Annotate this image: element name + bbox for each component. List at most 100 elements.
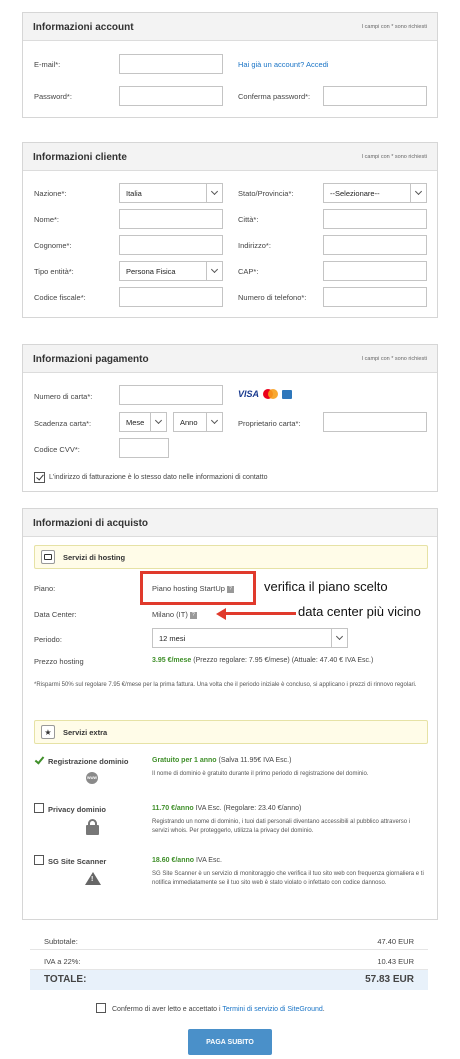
totale-label: TOTALE: [44, 974, 87, 985]
stato-select[interactable]: --Selezionare-- [323, 183, 427, 203]
prezzo-label: Prezzo hosting [34, 657, 84, 666]
tipo-entita-select[interactable]: Persona Fisica [119, 261, 223, 281]
cognome-label: Cognome*: [34, 241, 72, 250]
extra-price-note: IVA Esc. [195, 857, 222, 864]
extra-section: ★ Servizi extra [34, 720, 428, 744]
extra-item-registrazione: Registrazione dominio WWW Gratuito per 1… [23, 754, 439, 797]
mese-select[interactable]: Mese [119, 412, 167, 432]
codice-fiscale-label: Codice fiscale*: [34, 293, 86, 302]
chevron-down-icon [331, 629, 347, 647]
email-field[interactable] [119, 54, 223, 74]
hosting-section-title: Servizi di hosting [63, 553, 126, 562]
piano-value-text: Piano hosting StartUp [152, 584, 225, 593]
totale-row: TOTALE: 57.83 EUR [30, 970, 428, 990]
terms-link[interactable]: Termini di servizio di SiteGround [222, 1006, 322, 1013]
billing-same-checkbox[interactable] [34, 472, 45, 483]
pay-button[interactable]: PAGA SUBITO [188, 1029, 272, 1055]
extra-name: Registrazione dominio [48, 757, 129, 766]
help-icon[interactable]: ? [189, 611, 197, 619]
subtotale-row: Subtotale: 47.40 EUR [30, 932, 428, 950]
warning-mark: ! [91, 876, 94, 883]
proprietario-field[interactable] [323, 412, 427, 432]
tipo-entita-value: Persona Fisica [126, 267, 176, 276]
required-note: I campi con * sono richiesti [361, 24, 427, 30]
nazione-select[interactable]: Italia [119, 183, 223, 203]
extra-name: SG Site Scanner [48, 857, 107, 866]
visa-icon: VISA [238, 389, 260, 399]
extra-price-note: (Salva 11.95€ IVA Esc.) [218, 757, 292, 764]
prezzo-value: 3.95 €/mese (Prezzo regolare: 7.95 €/mes… [152, 657, 373, 664]
pricing-footnote: *Risparmi 50% sul regolare 7.95 €/mese p… [34, 682, 417, 688]
cliente-panel-header: Informazioni cliente I campi con * sono … [23, 143, 437, 171]
hosting-section: Servizi di hosting [34, 545, 428, 569]
datacenter-value-text: Milano (IT) [152, 610, 188, 619]
mastercard-icon [263, 389, 279, 399]
cliente-panel: Informazioni cliente I campi con * sono … [22, 142, 438, 318]
extra-price-value: 18.60 €/anno [152, 857, 195, 864]
privacy-checkbox[interactable] [34, 803, 44, 813]
anno-select[interactable]: Anno [173, 412, 223, 432]
periodo-label: Periodo: [34, 635, 62, 644]
amex-icon [282, 389, 293, 399]
nazione-label: Nazione*: [34, 189, 67, 198]
annotation-piano: verifica il piano scelto [264, 579, 388, 594]
chevron-down-icon [410, 184, 426, 202]
telefono-label: Numero di telefono*: [238, 293, 307, 302]
chevron-down-icon [150, 413, 166, 431]
confirm-password-field[interactable] [323, 86, 427, 106]
terms-suffix: . [322, 1006, 325, 1013]
checkmark-icon [34, 754, 45, 765]
account-panel: Informazioni account I campi con * sono … [22, 12, 438, 118]
scanner-checkbox[interactable] [34, 855, 44, 865]
iva-row: IVA a 22%: 10.43 EUR [30, 952, 428, 970]
piano-value: Piano hosting StartUp? [152, 584, 234, 593]
extra-price-note: IVA Esc. (Regolare: 23.40 €/anno) [195, 805, 302, 812]
lock-icon [86, 819, 99, 835]
login-link[interactable]: Hai già un account? Accedi [238, 60, 328, 69]
email-label: E-mail*: [34, 60, 61, 69]
subtotale-value: 47.40 EUR [377, 937, 414, 946]
billing-same-label: L'indirizzo di fatturazione è lo stesso … [49, 474, 268, 481]
telefono-field[interactable] [323, 287, 427, 307]
password-label: Password*: [34, 92, 72, 101]
chevron-down-icon [206, 413, 222, 431]
cognome-field[interactable] [119, 235, 223, 255]
cap-field[interactable] [323, 261, 427, 281]
help-icon[interactable]: ? [226, 585, 234, 593]
periodo-select[interactable]: 12 mesi [152, 628, 348, 648]
card-brands: VISA [238, 388, 293, 400]
globe-icon: WWW [86, 772, 98, 784]
confirm-password-label: Conferma password*: [238, 92, 311, 101]
server-icon [41, 550, 55, 564]
periodo-value: 12 mesi [159, 634, 186, 643]
chevron-down-icon [206, 184, 222, 202]
indirizzo-field[interactable] [323, 235, 427, 255]
cap-label: CAP*: [238, 267, 259, 276]
extra-price: 11.70 €/anno IVA Esc. (Regolare: 23.40 €… [152, 805, 301, 812]
extra-section-title: Servizi extra [63, 728, 108, 737]
arrow-icon [216, 608, 296, 620]
citta-field[interactable] [323, 209, 427, 229]
extra-name: Privacy dominio [48, 805, 106, 814]
password-field[interactable] [119, 86, 223, 106]
codice-fiscale-field[interactable] [119, 287, 223, 307]
iva-value: 10.43 EUR [377, 957, 414, 966]
cvv-field[interactable] [119, 438, 169, 458]
extra-item-privacy: Privacy dominio 11.70 €/anno IVA Esc. (R… [23, 803, 439, 853]
extra-price-value: Gratuito per 1 anno [152, 757, 217, 764]
terms-checkbox[interactable] [96, 1003, 106, 1013]
carta-field[interactable] [119, 385, 223, 405]
account-panel-title: Informazioni account [33, 22, 134, 33]
totale-value: 57.83 EUR [365, 974, 414, 985]
carta-label: Numero di carta*: [34, 392, 93, 401]
cliente-panel-title: Informazioni cliente [33, 152, 127, 163]
cvv-label: Codice CVV*: [34, 445, 80, 454]
required-note: I campi con * sono richiesti [361, 154, 427, 160]
nome-label: Nome*: [34, 215, 60, 224]
prezzo-mese: 3.95 €/mese [152, 657, 192, 664]
extra-price: Gratuito per 1 anno (Salva 11.95€ IVA Es… [152, 757, 291, 764]
acquisto-panel-title: Informazioni di acquisto [33, 518, 149, 529]
annotation-datacenter: data center più vicino [298, 604, 421, 619]
nome-field[interactable] [119, 209, 223, 229]
datacenter-label: Data Center: [34, 610, 77, 619]
